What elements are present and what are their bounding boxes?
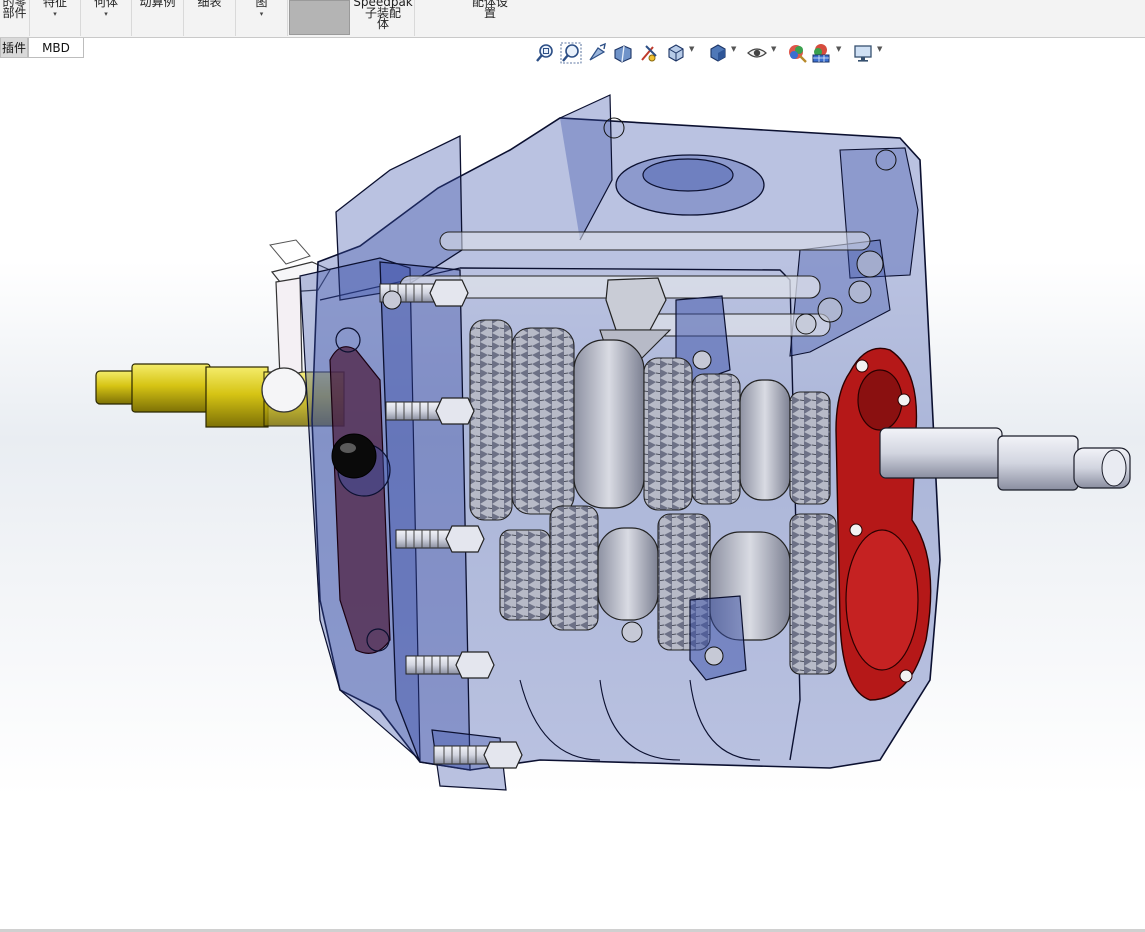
ribbon-button-label: 何体 bbox=[93, 0, 118, 9]
bolt bbox=[385, 397, 475, 425]
chevron-down-icon[interactable]: ▼ bbox=[836, 45, 841, 53]
ribbon-button-label: 图 bbox=[255, 0, 268, 9]
ribbon-button-motion-study[interactable]: 动算例 bbox=[132, 0, 184, 36]
chevron-down-icon: ▾ bbox=[53, 10, 57, 18]
ribbon-button-geometry[interactable]: 何体 ▾ bbox=[81, 0, 132, 36]
chevron-down-icon: ▾ bbox=[259, 10, 264, 18]
ribbon-button-components[interactable]: 的零 部件 bbox=[0, 0, 30, 36]
ribbon-button-selected[interactable] bbox=[289, 0, 350, 35]
tab-addins[interactable]: 插件 bbox=[0, 38, 28, 58]
ribbon-button-label: 的零 部件 bbox=[2, 0, 27, 20]
chevron-down-icon[interactable]: ▼ bbox=[689, 45, 694, 53]
ribbon-button-speedpak[interactable]: Speedpak 子装配 体 bbox=[352, 0, 415, 36]
bolt bbox=[405, 651, 495, 679]
ribbon-button-label: 特征 bbox=[42, 0, 67, 9]
chevron-down-icon: ▾ bbox=[104, 10, 108, 18]
chevron-down-icon[interactable]: ▼ bbox=[731, 45, 736, 53]
gearbox-assembly-model[interactable] bbox=[0, 60, 1145, 930]
ribbon-button-label: 配体设 置 bbox=[471, 0, 508, 20]
ribbon-button-label: 动算例 bbox=[139, 0, 176, 9]
bolt bbox=[395, 525, 485, 553]
ribbon-button-label: Speedpak 子装配 体 bbox=[353, 0, 413, 31]
bolt bbox=[433, 741, 523, 769]
ribbon-button-label: 细表 bbox=[197, 0, 222, 9]
chevron-down-icon[interactable]: ▼ bbox=[771, 45, 776, 53]
ribbon-button-view[interactable]: 图 ▾ bbox=[236, 0, 288, 36]
ribbon-button-features[interactable]: 特征 ▾ bbox=[30, 0, 81, 36]
chevron-down-icon[interactable]: ▼ bbox=[877, 45, 882, 53]
tab-mbd[interactable]: MBD bbox=[28, 38, 84, 58]
ribbon-button-configurations[interactable]: 配体设 置 bbox=[415, 0, 565, 36]
ribbon-button-bom[interactable]: 细表 bbox=[184, 0, 236, 36]
command-manager-ribbon: 的零 部件 特征 ▾ 何体 ▾ 动算例 细表 图 ▾ Speedpak 子装配 … bbox=[0, 0, 1145, 38]
